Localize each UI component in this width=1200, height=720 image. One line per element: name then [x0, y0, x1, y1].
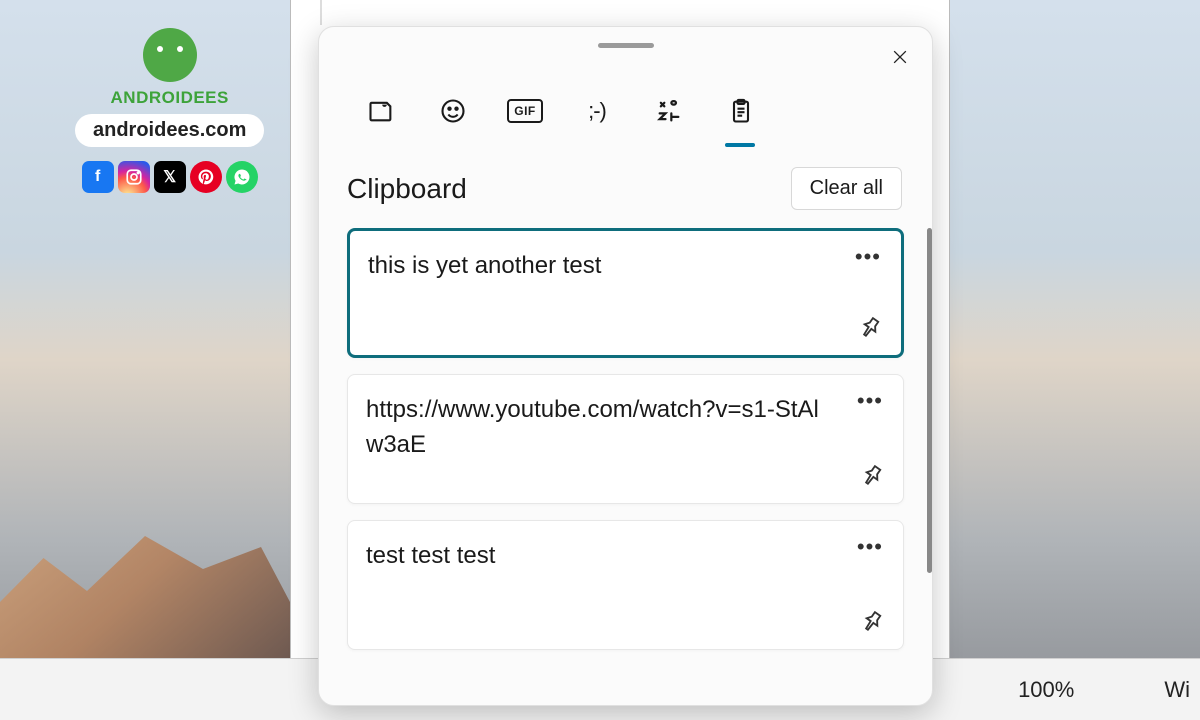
item-more-button[interactable]: ••• [857, 395, 883, 406]
kaomoji-icon: ;-) [588, 98, 606, 124]
clear-all-button[interactable]: Clear all [791, 167, 902, 210]
watermark-url: androidees.com [75, 114, 264, 147]
item-pin-button[interactable] [859, 609, 885, 635]
editor-margin-line [320, 0, 322, 25]
emoji-clipboard-panel: GIF ;-) Clipboard Clear all this is yet … [318, 26, 933, 706]
tab-clipboard[interactable] [723, 93, 759, 129]
instagram-icon[interactable] [118, 161, 150, 193]
whatsapp-icon[interactable] [226, 161, 258, 193]
pinterest-icon[interactable] [190, 161, 222, 193]
tab-kaomoji[interactable]: ;-) [579, 93, 615, 129]
android-logo-icon [143, 28, 197, 82]
x-twitter-icon[interactable]: 𝕏 [154, 161, 186, 193]
clipboard-item[interactable]: https://www.youtube.com/watch?v=s1-StAlw… [347, 374, 904, 504]
desktop-background-foreground [0, 470, 290, 690]
item-pin-button[interactable] [859, 463, 885, 489]
gif-icon: GIF [507, 99, 543, 123]
scrollbar-thumb[interactable] [927, 228, 932, 573]
watermark-brand: ANDROIDEES [111, 88, 229, 108]
word-count-partial[interactable]: Wi [1164, 677, 1190, 703]
category-tabs: GIF ;-) [319, 63, 932, 141]
section-title: Clipboard [347, 173, 467, 205]
close-button[interactable] [884, 41, 916, 73]
panel-titlebar [319, 27, 932, 63]
clipboard-item-text: https://www.youtube.com/watch?v=s1-StAlw… [366, 393, 883, 463]
drag-handle[interactable] [598, 43, 654, 48]
tab-gif[interactable]: GIF [507, 93, 543, 129]
tab-emoji[interactable] [435, 93, 471, 129]
tab-symbols[interactable] [651, 93, 687, 129]
social-icons-row: f 𝕏 [82, 161, 258, 193]
item-more-button[interactable]: ••• [855, 251, 881, 262]
clipboard-list: this is yet another test ••• https://www… [319, 228, 932, 705]
clipboard-item[interactable]: test test test ••• [347, 520, 904, 650]
facebook-icon[interactable]: f [82, 161, 114, 193]
clipboard-section-header: Clipboard Clear all [319, 141, 932, 228]
item-more-button[interactable]: ••• [857, 541, 883, 552]
clipboard-item-text: test test test [366, 539, 883, 574]
clipboard-item-text: this is yet another test [368, 249, 881, 284]
zoom-level[interactable]: 100% [1018, 677, 1074, 703]
tab-recent-stickers[interactable] [363, 93, 399, 129]
item-pin-button[interactable] [857, 315, 883, 341]
clipboard-item[interactable]: this is yet another test ••• [347, 228, 904, 358]
watermark-logo-block: ANDROIDEES androidees.com f 𝕏 [75, 28, 264, 193]
